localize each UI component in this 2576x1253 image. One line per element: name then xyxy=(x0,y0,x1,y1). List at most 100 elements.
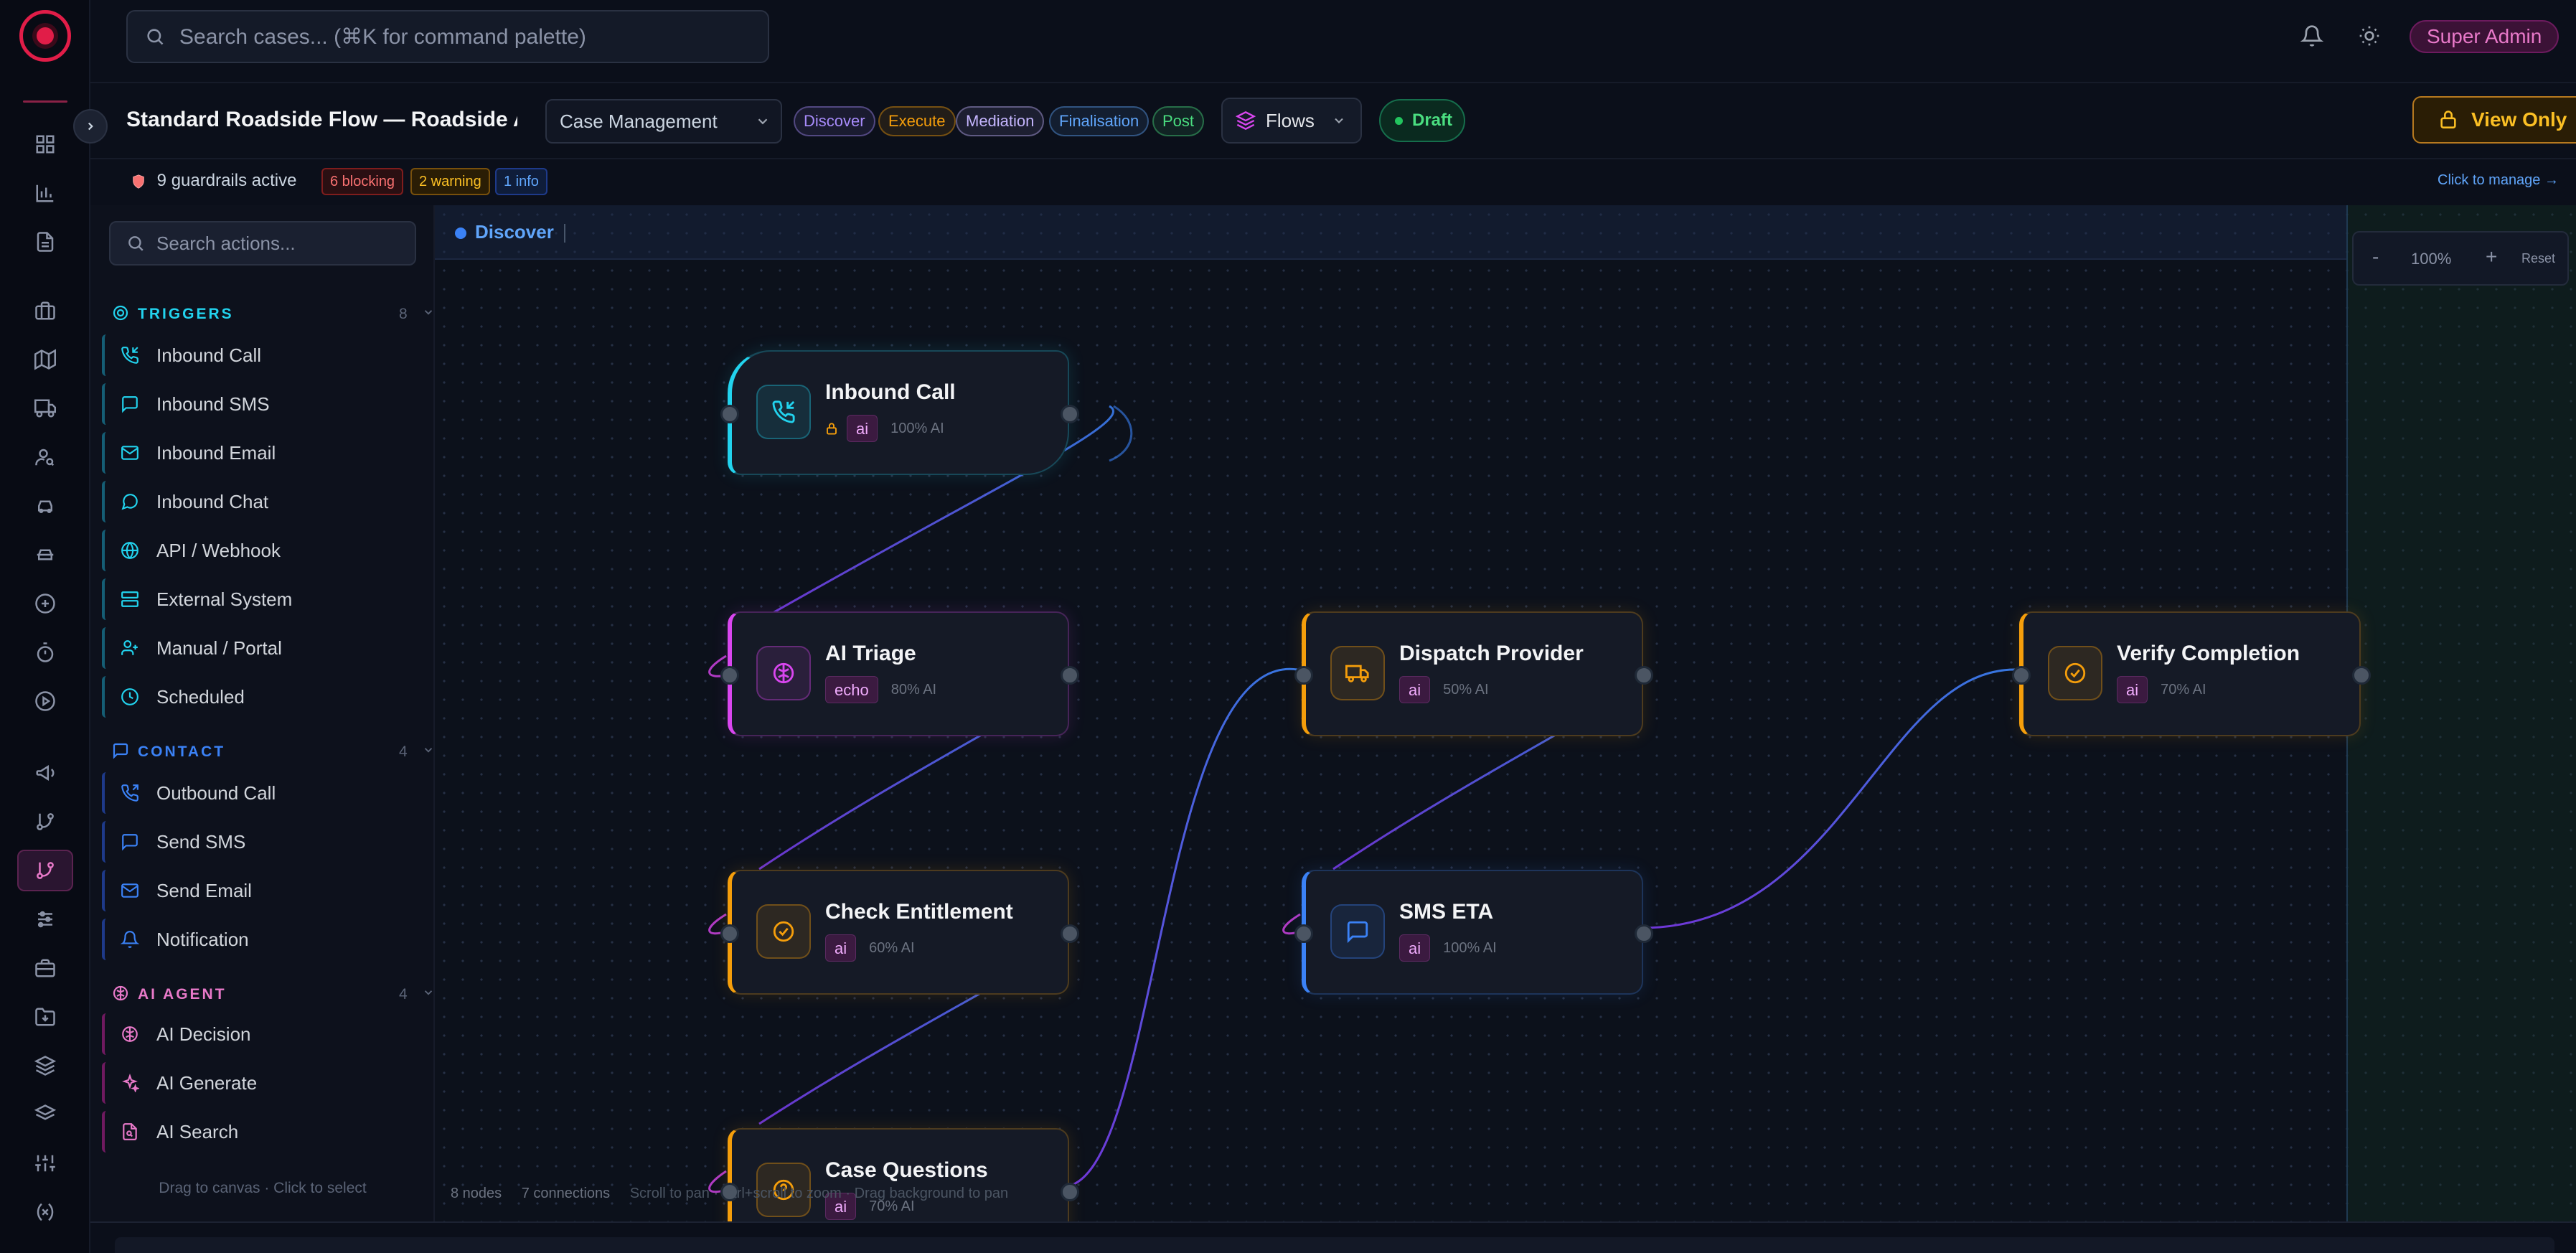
megaphone-icon[interactable] xyxy=(17,752,73,794)
global-search-input[interactable]: Search cases... (⌘K for command palette) xyxy=(126,10,769,63)
node-ai-percent: 100% AI xyxy=(1443,939,1497,956)
chevron-down-icon xyxy=(422,306,433,323)
node-badges: ai 70% AI xyxy=(2117,676,2206,703)
palette-item-label: Manual / Portal xyxy=(156,637,282,659)
timer-icon[interactable] xyxy=(17,632,73,673)
flows-icon[interactable] xyxy=(17,850,73,891)
palette-item-manual-portal[interactable]: Manual / Portal xyxy=(102,627,418,669)
view-only-button[interactable]: View Only xyxy=(2412,96,2576,144)
bell-icon[interactable] xyxy=(2300,24,2323,47)
node-title: Verify Completion xyxy=(2117,642,2300,665)
file-search-icon xyxy=(121,1122,139,1141)
category-select[interactable]: Case Management xyxy=(545,99,782,144)
output-port[interactable] xyxy=(1061,405,1079,423)
play-icon[interactable] xyxy=(17,680,73,722)
sun-icon[interactable] xyxy=(2358,24,2381,47)
input-port[interactable] xyxy=(720,924,739,943)
briefcase-icon[interactable] xyxy=(17,290,73,332)
zoom-reset-button[interactable]: Reset xyxy=(2521,251,2555,266)
output-port[interactable] xyxy=(1061,924,1079,943)
palette-item-inbound-call[interactable]: Inbound Call xyxy=(102,334,418,376)
input-port[interactable] xyxy=(1294,924,1313,943)
brain-icon xyxy=(121,1025,139,1043)
settings-sliders-icon[interactable] xyxy=(17,1142,73,1184)
node-sms-eta[interactable]: SMS ETA ai 100% AI xyxy=(1294,870,1653,995)
chevron-down-icon xyxy=(755,113,771,129)
input-port[interactable] xyxy=(720,405,739,423)
analytics-icon[interactable] xyxy=(17,172,73,214)
palette-item-send-sms[interactable]: Send SMS xyxy=(102,821,418,863)
action-palette: Search actions... TRIGGERS 8 Inbound Cal… xyxy=(90,205,435,1221)
layers-alt-icon[interactable] xyxy=(17,1094,73,1135)
phase-chip-mediation[interactable]: Mediation xyxy=(956,106,1045,136)
truck-icon[interactable] xyxy=(17,388,73,429)
output-port[interactable] xyxy=(1061,1183,1079,1201)
variable-icon[interactable] xyxy=(17,1191,73,1233)
phone-incoming-icon xyxy=(121,346,139,365)
car-icon[interactable] xyxy=(17,485,73,527)
output-port[interactable] xyxy=(2352,666,2371,685)
palette-item-inbound-email[interactable]: Inbound Email xyxy=(102,432,418,474)
output-port[interactable] xyxy=(1635,666,1653,685)
node-verify-completion[interactable]: Verify Completion ai 70% AI xyxy=(2012,611,2371,736)
user-plus-icon xyxy=(121,639,139,657)
manage-guardrails-link[interactable]: Click to manage → xyxy=(2438,172,2559,189)
node-ai-triage[interactable]: AI Triage echo 80% AI xyxy=(720,611,1079,736)
phase-chip-post[interactable]: Post xyxy=(1152,106,1205,136)
input-port[interactable] xyxy=(720,666,739,685)
flow-canvas[interactable]: Discover Inbound Call ai 100% AI AI Tria… xyxy=(435,205,2576,1221)
folder-download-icon[interactable] xyxy=(17,996,73,1038)
node-icon-box xyxy=(1330,904,1385,959)
flows-button[interactable]: Flows xyxy=(1221,98,1362,144)
node-dispatch-provider[interactable]: Dispatch Provider ai 50% AI xyxy=(1294,611,1653,736)
brain-icon xyxy=(771,661,796,685)
car-alt-icon[interactable] xyxy=(17,534,73,576)
target-icon xyxy=(112,304,129,326)
map-icon[interactable] xyxy=(17,339,73,380)
node-tag: ai xyxy=(825,934,857,962)
node-inbound-call[interactable]: Inbound Call ai 100% AI xyxy=(720,350,1079,475)
action-search-input[interactable]: Search actions... xyxy=(109,221,416,266)
input-port[interactable] xyxy=(2012,666,2031,685)
palette-item-notification[interactable]: Notification xyxy=(102,919,418,960)
palette-item-ai-decision[interactable]: AI Decision xyxy=(102,1013,418,1055)
input-port[interactable] xyxy=(1294,666,1313,685)
plus-circle-icon[interactable] xyxy=(17,583,73,624)
palette-item-scheduled[interactable]: Scheduled xyxy=(102,676,418,718)
bottom-panel-handle[interactable] xyxy=(115,1237,2554,1253)
briefcase-alt-icon[interactable] xyxy=(17,947,73,989)
palette-item-outbound-call[interactable]: Outbound Call xyxy=(102,772,418,814)
sidebar-toggle-button[interactable] xyxy=(73,109,108,144)
sliders-icon[interactable] xyxy=(17,898,73,940)
node-ai-percent: 50% AI xyxy=(1443,681,1489,698)
node-case-questions[interactable]: Case Questions ai 70% AI xyxy=(720,1128,1079,1221)
phase-chip-discover[interactable]: Discover xyxy=(794,106,875,136)
guardrails-summary[interactable]: 9 guardrails active xyxy=(131,171,296,191)
palette-item-ai-search[interactable]: AI Search xyxy=(102,1111,418,1153)
palette-item-api-webhook[interactable]: API / Webhook xyxy=(102,530,418,571)
zoom-out-button[interactable]: - xyxy=(2372,245,2379,268)
section-title: TRIGGERS xyxy=(138,306,234,322)
node-ai-percent: 80% AI xyxy=(890,681,937,698)
phase-chip-finalisation[interactable]: Finalisation xyxy=(1049,106,1150,136)
flow-title: Standard Roadside Flow — Roadside Ass xyxy=(126,108,517,131)
node-check-entitlement[interactable]: Check Entitlement ai 60% AI xyxy=(720,870,1079,995)
phase-chip-execute[interactable]: Execute xyxy=(878,106,956,136)
palette-item-inbound-chat[interactable]: Inbound Chat xyxy=(102,481,418,522)
dashboard-icon[interactable] xyxy=(17,123,73,165)
git-branch-icon[interactable] xyxy=(17,801,73,843)
palette-item-inbound-sms[interactable]: Inbound SMS xyxy=(102,383,418,425)
layers-icon[interactable] xyxy=(17,1045,73,1087)
user-role-badge[interactable]: Super Admin xyxy=(2410,20,2559,53)
user-search-icon[interactable] xyxy=(17,436,73,478)
zoom-in-button[interactable]: + xyxy=(2486,245,2497,268)
document-icon[interactable] xyxy=(17,221,73,263)
app-logo[interactable] xyxy=(19,10,71,62)
palette-item-external-system[interactable]: External System xyxy=(102,578,418,620)
output-port[interactable] xyxy=(1635,924,1653,943)
palette-item-send-email[interactable]: Send Email xyxy=(102,870,418,911)
palette-item-ai-generate[interactable]: AI Generate xyxy=(102,1062,418,1104)
palette-item-label: AI Decision xyxy=(156,1023,251,1045)
output-port[interactable] xyxy=(1061,666,1079,685)
layers-icon xyxy=(1236,111,1256,131)
